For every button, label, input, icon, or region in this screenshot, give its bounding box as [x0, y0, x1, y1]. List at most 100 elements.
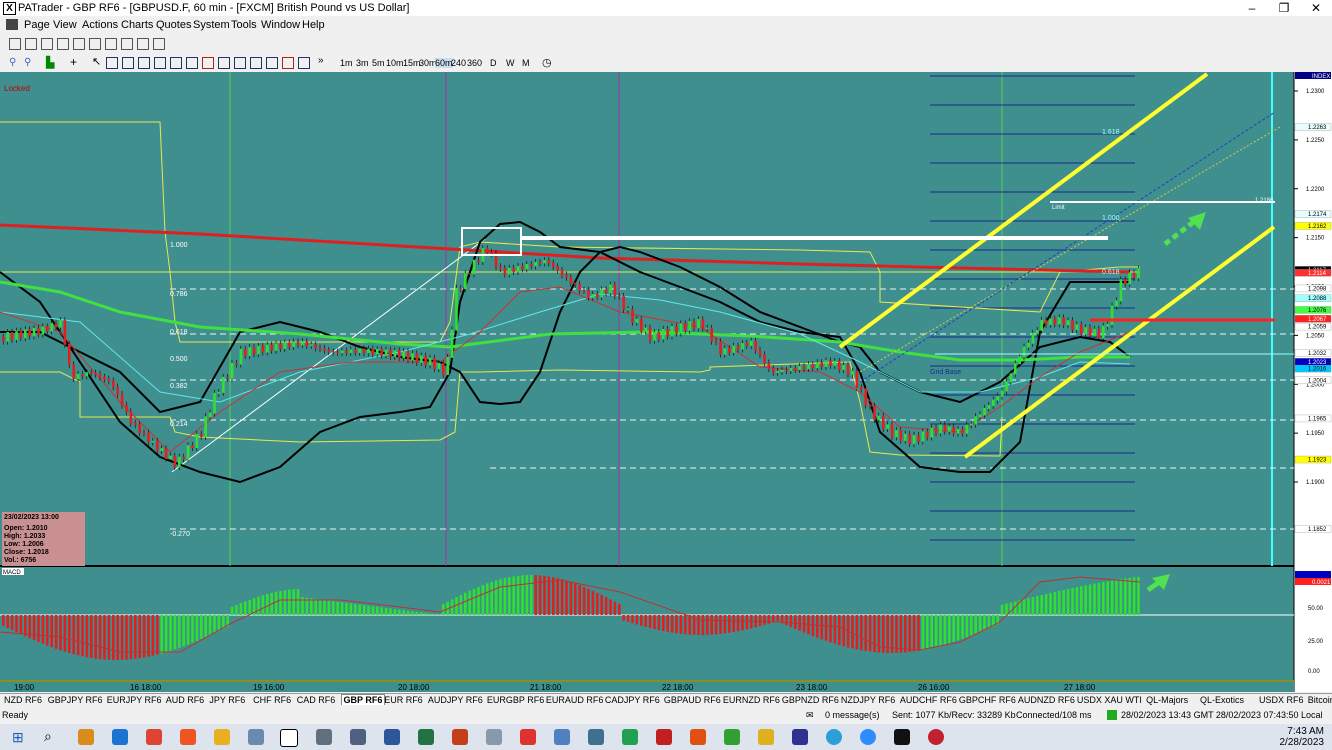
app-icon[interactable]	[758, 729, 774, 745]
tab-gbp-rf6[interactable]: GBP RF6	[340, 694, 386, 705]
menu-charts[interactable]: Charts	[121, 19, 153, 31]
line-chart-icon[interactable]	[57, 38, 69, 50]
fib-retracement-icon[interactable]	[154, 57, 166, 69]
app-icon[interactable]	[656, 729, 672, 745]
tab-cadjpy-rf6[interactable]: CADJPY RF6	[605, 695, 660, 705]
tab-jpy-rf6[interactable]: JPY RF6	[209, 695, 245, 705]
tab-usdx-rf6[interactable]: USDX RF6	[1259, 695, 1304, 705]
tab-gbpjpy-rf6[interactable]: GBPJPY RF6	[48, 695, 103, 705]
trendline-icon[interactable]	[106, 57, 118, 69]
tradingview-icon[interactable]	[894, 729, 910, 745]
tab-eur-rf6[interactable]: EUR RF6	[384, 695, 423, 705]
menu-quotes[interactable]: Quotes	[156, 19, 191, 31]
channel-icon[interactable]	[138, 57, 150, 69]
more-tools-icon[interactable]: »	[318, 55, 324, 66]
rectangle-icon[interactable]	[282, 57, 294, 69]
gann-icon[interactable]	[250, 57, 262, 69]
zoom-icon[interactable]: ⚲	[24, 57, 31, 68]
app-icon[interactable]	[588, 729, 604, 745]
crosshair-icon[interactable]: ⚲	[9, 57, 16, 68]
timeframe-240[interactable]: 240	[451, 58, 466, 68]
app-icon[interactable]	[486, 729, 502, 745]
kagi-chart-icon[interactable]	[121, 38, 133, 50]
patrader-icon[interactable]	[280, 729, 298, 747]
pointer-icon[interactable]: ↖	[92, 55, 101, 68]
chart-area[interactable]: INDEX Limit 1.2186 1.000 0.786 0.618 0.5…	[0, 72, 1332, 692]
timeframe-15m[interactable]: 15m	[403, 58, 421, 68]
tab-audjpy-rf6[interactable]: AUDJPY RF6	[428, 695, 483, 705]
excel-icon[interactable]	[418, 729, 434, 745]
tab-cad-rf6[interactable]: CAD RF6	[297, 695, 336, 705]
tab-nzd-rf6[interactable]: NZD RF6	[4, 695, 42, 705]
text-tool-icon[interactable]	[298, 57, 310, 69]
fib-extension-icon[interactable]	[202, 57, 214, 69]
tab-gbpnzd-rf6[interactable]: GBPNZD RF6	[782, 695, 839, 705]
zoom-icon[interactable]	[860, 729, 876, 745]
app-icon[interactable]	[316, 729, 332, 745]
tab-gbpaud-rf6[interactable]: GBPAUD RF6	[664, 695, 721, 705]
search-icon[interactable]: ⌕	[44, 728, 52, 745]
outlook-icon[interactable]	[78, 729, 94, 745]
app-icon[interactable]	[690, 729, 706, 745]
timeframe-30m[interactable]: 30m	[419, 58, 437, 68]
menu-window[interactable]: Window	[261, 19, 300, 31]
tab-ql-majors[interactable]: QL-Majors	[1146, 695, 1188, 705]
timeframe-daily[interactable]: D	[490, 58, 497, 68]
candle-chart-icon[interactable]	[25, 38, 37, 50]
clock-icon[interactable]: ◷	[542, 56, 552, 69]
app-icon[interactable]	[928, 729, 944, 745]
tab-eurnzd-rf6[interactable]: EURNZD RF6	[723, 695, 780, 705]
horizontal-line-icon[interactable]	[122, 57, 134, 69]
bar-chart-icon[interactable]	[9, 38, 21, 50]
timeframe-5m[interactable]: 5m	[372, 58, 385, 68]
brave-icon[interactable]	[180, 729, 196, 745]
tab-nzdjpy-rf6[interactable]: NZDJPY RF6	[841, 695, 895, 705]
price-chart[interactable]: INDEX Limit 1.2186 1.000 0.786 0.618 0.5…	[0, 72, 1332, 692]
telegram-icon[interactable]	[826, 729, 842, 745]
app-icon[interactable]	[520, 729, 536, 745]
tab-euraud-rf6[interactable]: EURAUD RF6	[546, 695, 604, 705]
timeframe-weekly[interactable]: W	[506, 58, 515, 68]
tab-eurgbp-rf6[interactable]: EURGBP RF6	[487, 695, 544, 705]
tab-audnzd-rf6[interactable]: AUDNZD RF6	[1018, 695, 1075, 705]
timeframe-3m[interactable]: 3m	[356, 58, 369, 68]
cycle-lines-icon[interactable]	[234, 57, 246, 69]
powerpoint-icon[interactable]	[452, 729, 468, 745]
tab-gbpchf-rf6[interactable]: GBPCHF RF6	[959, 695, 1016, 705]
fib-arc-icon[interactable]	[186, 57, 198, 69]
menu-page[interactable]: Page	[24, 19, 50, 31]
area-chart-icon[interactable]	[73, 38, 85, 50]
tab-usdx-xau-wti[interactable]: USDX XAU WTI	[1077, 695, 1142, 705]
app-icon[interactable]	[554, 729, 570, 745]
tab-audchf-rf6[interactable]: AUDCHF RF6	[900, 695, 957, 705]
file-explorer-icon[interactable]	[214, 729, 230, 745]
renko-chart-icon[interactable]	[105, 38, 117, 50]
cross-cursor-icon[interactable]: +	[70, 55, 77, 69]
taskbar-clock[interactable]: 7:43 AM 2/28/2023	[1280, 726, 1325, 748]
tab-aud-rf6[interactable]: AUD RF6	[166, 695, 205, 705]
tab-eurjpy-rf6[interactable]: EURJPY RF6	[107, 695, 162, 705]
timeframe-monthly[interactable]: M	[522, 58, 530, 68]
fib-fan-icon[interactable]	[170, 57, 182, 69]
menu-system[interactable]: System	[193, 19, 230, 31]
start-icon[interactable]: ⊞	[12, 729, 24, 746]
timeframe-1m[interactable]: 1m	[340, 58, 353, 68]
restore-button[interactable]: ❐	[1268, 0, 1300, 16]
tab-bitcoin[interactable]: Bitcoin	[1308, 695, 1332, 705]
close-button[interactable]: ✕	[1300, 0, 1332, 16]
point-figure-icon[interactable]	[89, 38, 101, 50]
app-icon[interactable]	[792, 729, 808, 745]
chart-icon[interactable]: ▙	[46, 56, 54, 69]
menu-help[interactable]: Help	[302, 19, 325, 31]
word-icon[interactable]	[384, 729, 400, 745]
volume-chart-icon[interactable]	[137, 38, 149, 50]
timeframe-60m[interactable]: 60m	[435, 58, 453, 68]
menu-actions[interactable]: Actions	[82, 19, 118, 31]
indicator-icon[interactable]	[153, 38, 165, 50]
timeframe-360[interactable]: 360	[467, 58, 482, 68]
menu-view[interactable]: View	[53, 19, 77, 31]
fib-time-icon[interactable]	[218, 57, 230, 69]
minimize-button[interactable]: –	[1236, 0, 1268, 16]
calculator-icon[interactable]	[350, 729, 366, 745]
ohlc-chart-icon[interactable]	[41, 38, 53, 50]
